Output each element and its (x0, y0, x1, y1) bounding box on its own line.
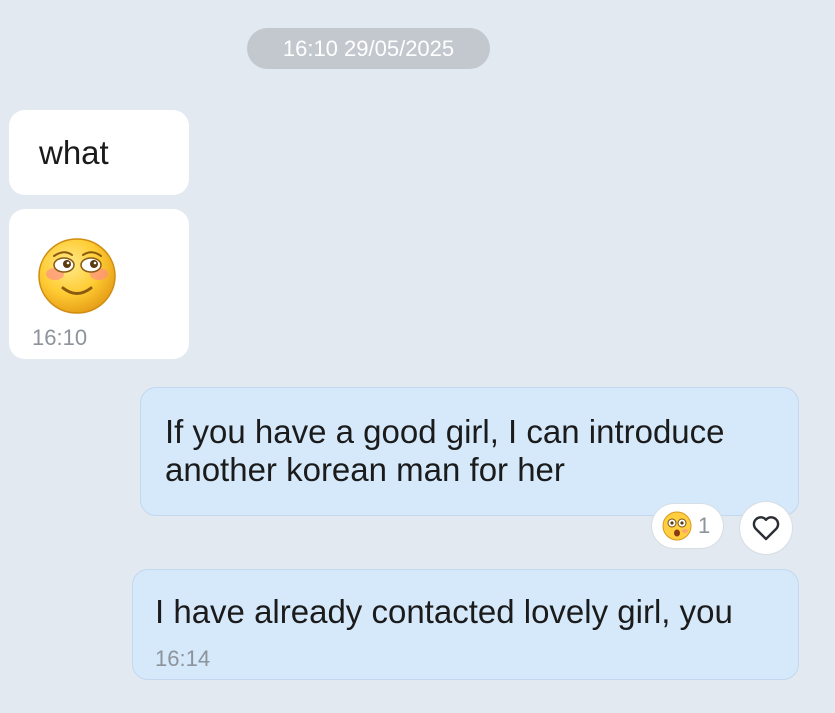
react-heart-button[interactable] (740, 502, 792, 554)
date-separator: 16:10 29/05/2025 (247, 28, 490, 69)
message-bubble-incoming[interactable]: what (9, 110, 189, 195)
message-bubble-outgoing[interactable]: If you have a good girl, I can introduce… (140, 387, 799, 516)
message-text: what (39, 134, 109, 171)
message-bubble-outgoing[interactable]: I have already contacted lovely girl, yo… (132, 569, 799, 680)
surprised-emoji-icon (662, 511, 692, 541)
blushing-smile-emoji-icon (38, 238, 116, 314)
message-time: 16:10 (32, 325, 88, 350)
heart-outline-icon (752, 516, 780, 541)
message-text: If you have a good girl, I can introduce… (165, 413, 725, 488)
reaction-badge[interactable]: 1 (652, 504, 723, 548)
reaction-count: 1 (698, 513, 711, 538)
message-text: I have already contacted lovely girl, yo… (155, 593, 733, 630)
sticker-message-bubble[interactable]: 16:10 (9, 209, 189, 359)
message-time: 16:14 (155, 646, 211, 671)
